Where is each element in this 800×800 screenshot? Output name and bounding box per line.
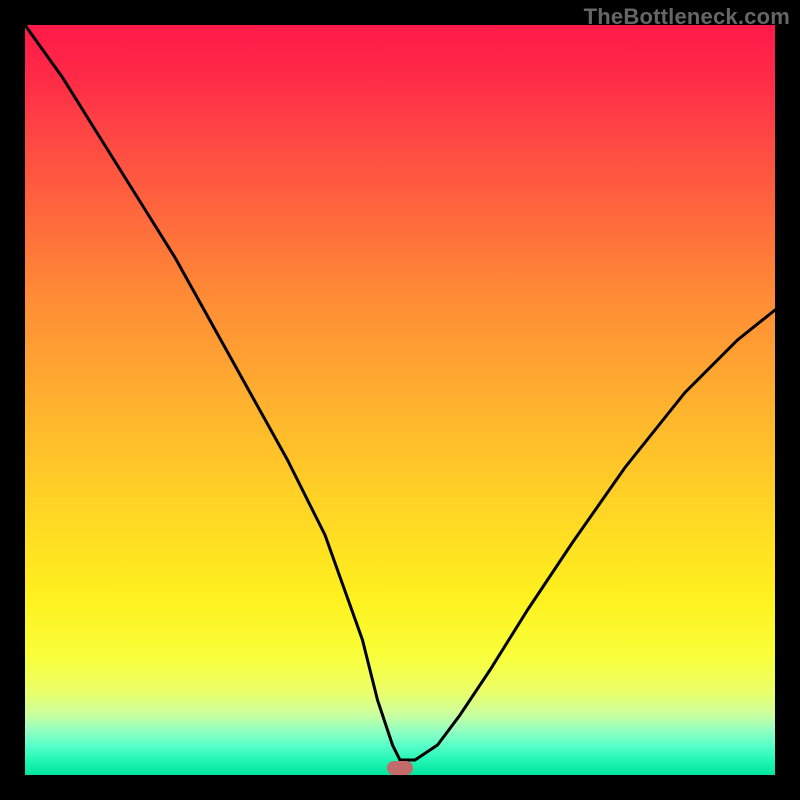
- minimum-marker: [387, 761, 413, 775]
- bottleneck-curve: [25, 25, 775, 775]
- watermark-text: TheBottleneck.com: [584, 4, 790, 30]
- chart-frame: TheBottleneck.com: [0, 0, 800, 800]
- plot-area: [25, 25, 775, 775]
